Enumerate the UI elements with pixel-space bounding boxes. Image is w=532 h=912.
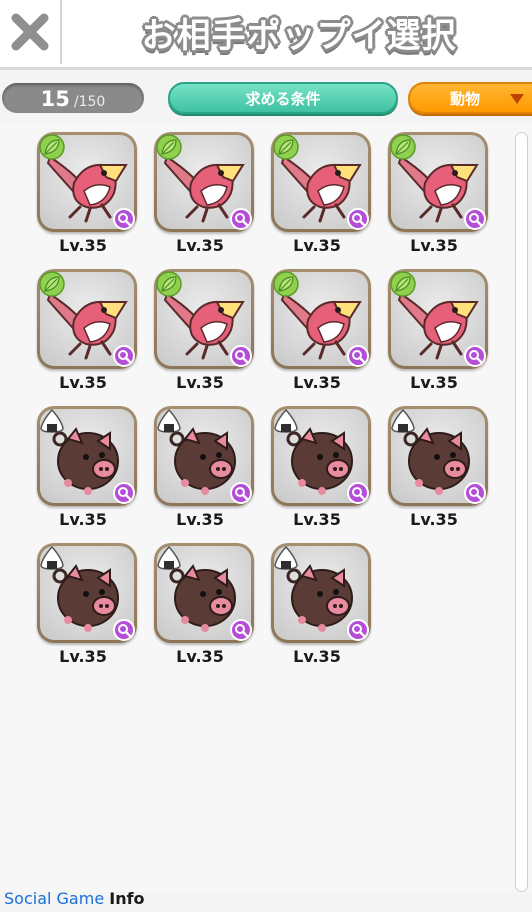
popui-level: Lv.35	[410, 236, 458, 255]
popui-thumbnail[interactable]	[154, 406, 254, 506]
popui-level: Lv.35	[293, 510, 341, 529]
popui-level: Lv.35	[410, 373, 458, 392]
magnifier-icon[interactable]	[230, 345, 252, 367]
leaf-badge-icon	[39, 271, 65, 297]
popui-level: Lv.35	[293, 647, 341, 666]
popui-thumbnail[interactable]	[154, 543, 254, 643]
condition-button[interactable]: 求める条件	[168, 82, 398, 114]
watermark-suffix: Info	[109, 889, 145, 908]
magnifier-icon[interactable]	[113, 482, 135, 504]
popui-level: Lv.35	[59, 510, 107, 529]
popui-level: Lv.35	[59, 373, 107, 392]
popui-level: Lv.35	[176, 510, 224, 529]
onigiri-badge-icon	[273, 545, 299, 571]
leaf-badge-icon	[156, 134, 182, 160]
popui-card[interactable]: Lv.35	[388, 132, 488, 255]
onigiri-badge-icon	[39, 545, 65, 571]
popui-thumbnail[interactable]	[154, 132, 254, 232]
leaf-badge-icon	[39, 134, 65, 160]
popui-level: Lv.35	[293, 373, 341, 392]
popui-thumbnail[interactable]	[271, 269, 371, 369]
onigiri-badge-icon	[156, 545, 182, 571]
popui-thumbnail[interactable]	[271, 543, 371, 643]
popui-thumbnail[interactable]	[388, 269, 488, 369]
popui-card[interactable]: Lv.35	[271, 269, 371, 392]
leaf-badge-icon	[390, 271, 416, 297]
count-max: /150	[73, 94, 106, 110]
popui-level: Lv.35	[293, 236, 341, 255]
popui-level: Lv.35	[176, 236, 224, 255]
magnifier-icon[interactable]	[347, 482, 369, 504]
onigiri-badge-icon	[156, 408, 182, 434]
popui-level: Lv.35	[410, 510, 458, 529]
leaf-badge-icon	[390, 134, 416, 160]
popui-thumbnail[interactable]	[37, 543, 137, 643]
popui-level: Lv.35	[59, 236, 107, 255]
popui-thumbnail[interactable]	[37, 269, 137, 369]
magnifier-icon[interactable]	[464, 345, 486, 367]
popui-thumbnail[interactable]	[388, 132, 488, 232]
popui-card[interactable]: Lv.35	[388, 269, 488, 392]
toolbar: 15 /150 求める条件 動物	[0, 80, 532, 116]
watermark: Social Game Info	[4, 889, 145, 908]
count-current: 15	[40, 87, 70, 111]
leaf-badge-icon	[273, 271, 299, 297]
onigiri-badge-icon	[390, 408, 416, 434]
watermark-brand: Social Game	[4, 889, 105, 908]
onigiri-badge-icon	[273, 408, 299, 434]
popui-card[interactable]: Lv.35	[37, 406, 137, 529]
magnifier-icon[interactable]	[347, 619, 369, 641]
magnifier-icon[interactable]	[464, 482, 486, 504]
popui-thumbnail[interactable]	[388, 406, 488, 506]
popui-card[interactable]: Lv.35	[154, 406, 254, 529]
popui-thumbnail[interactable]	[271, 406, 371, 506]
popui-list: Lv.35 Lv.35 Lv.35 Lv.35 Lv.35 Lv.35 Lv.3…	[0, 122, 532, 892]
popui-card[interactable]: Lv.35	[37, 269, 137, 392]
scrollbar[interactable]	[515, 132, 528, 892]
popui-thumbnail[interactable]	[37, 132, 137, 232]
close-button[interactable]	[0, 0, 62, 64]
popui-card[interactable]: Lv.35	[37, 543, 137, 666]
page-title: お相手ポップイ選択	[141, 15, 457, 56]
filter-dropdown[interactable]: 動物	[408, 82, 532, 114]
popui-thumbnail[interactable]	[271, 132, 371, 232]
header: お相手ポップイ選択	[0, 0, 532, 70]
onigiri-badge-icon	[39, 408, 65, 434]
popui-card[interactable]: Lv.35	[271, 543, 371, 666]
magnifier-icon[interactable]	[113, 619, 135, 641]
popui-card[interactable]: Lv.35	[271, 132, 371, 255]
popui-grid: Lv.35 Lv.35 Lv.35 Lv.35 Lv.35 Lv.35 Lv.3…	[37, 132, 497, 666]
magnifier-icon[interactable]	[230, 208, 252, 230]
popui-thumbnail[interactable]	[37, 406, 137, 506]
popui-thumbnail[interactable]	[154, 269, 254, 369]
popui-card[interactable]: Lv.35	[154, 269, 254, 392]
popui-count: 15 /150	[2, 83, 144, 113]
filter-label: 動物	[450, 89, 481, 108]
magnifier-icon[interactable]	[230, 619, 252, 641]
popui-level: Lv.35	[176, 373, 224, 392]
magnifier-icon[interactable]	[347, 345, 369, 367]
leaf-badge-icon	[273, 134, 299, 160]
chevron-down-icon	[510, 94, 524, 104]
magnifier-icon[interactable]	[464, 208, 486, 230]
magnifier-icon[interactable]	[347, 208, 369, 230]
popui-card[interactable]: Lv.35	[154, 543, 254, 666]
close-icon	[11, 13, 49, 51]
popui-card[interactable]: Lv.35	[271, 406, 371, 529]
leaf-badge-icon	[156, 271, 182, 297]
magnifier-icon[interactable]	[113, 208, 135, 230]
popui-level: Lv.35	[176, 647, 224, 666]
popui-level: Lv.35	[59, 647, 107, 666]
popui-card[interactable]: Lv.35	[154, 132, 254, 255]
popui-card[interactable]: Lv.35	[37, 132, 137, 255]
magnifier-icon[interactable]	[113, 345, 135, 367]
popui-card[interactable]: Lv.35	[388, 406, 488, 529]
magnifier-icon[interactable]	[230, 482, 252, 504]
